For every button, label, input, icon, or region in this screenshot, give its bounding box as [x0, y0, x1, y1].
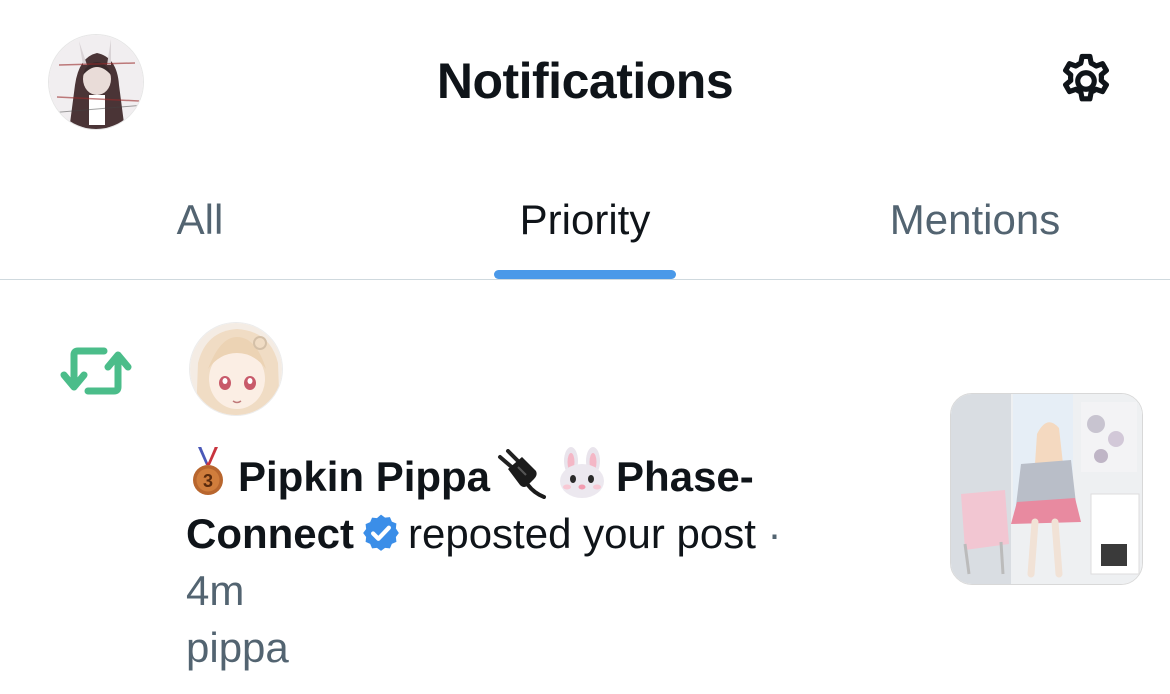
notification-line-1: 3 Pipkin Pippa Phase-: [186, 447, 886, 505]
header: Notifications: [0, 0, 1170, 160]
post-media-image: [951, 394, 1142, 584]
tab-all[interactable]: All: [0, 160, 400, 280]
tab-priority[interactable]: Priority: [390, 160, 780, 280]
repost-icon: [60, 347, 132, 395]
post-media-thumbnail[interactable]: [950, 393, 1143, 585]
notification-item[interactable]: 3 Pipkin Pippa Phase- Connect reposted y…: [0, 281, 1170, 694]
settings-button[interactable]: [1052, 50, 1120, 112]
notification-text: 3 Pipkin Pippa Phase- Connect reposted y…: [186, 447, 886, 676]
post-preview[interactable]: pippa: [186, 624, 289, 671]
third-place-medal-icon: 3: [193, 447, 223, 495]
active-tab-indicator: [494, 270, 676, 279]
user-name-part3[interactable]: Connect: [186, 510, 354, 557]
user-name-part2[interactable]: Phase-: [616, 453, 754, 500]
svg-text:3: 3: [203, 471, 213, 491]
notification-line-4: pippa: [186, 619, 886, 676]
notification-tabs: All Priority Mentions: [0, 160, 1170, 280]
notification-line-2: Connect reposted your post ·: [186, 505, 886, 562]
page-title: Notifications: [436, 53, 734, 109]
user-avatar-image: [190, 323, 282, 415]
tab-mentions[interactable]: Mentions: [780, 160, 1170, 280]
rabbit-face-icon: [560, 447, 605, 498]
electric-plug-icon: [498, 449, 547, 499]
notification-time: 4m: [186, 567, 245, 614]
notification-action: reposted your post: [408, 510, 756, 557]
verified-badge-icon: [363, 514, 399, 551]
separator-dot: ·: [767, 510, 782, 557]
user-avatar[interactable]: [189, 322, 283, 416]
notification-line-3: 4m: [186, 562, 886, 619]
gear-icon: [1063, 53, 1109, 102]
user-name-part1[interactable]: Pipkin Pippa: [238, 453, 490, 500]
